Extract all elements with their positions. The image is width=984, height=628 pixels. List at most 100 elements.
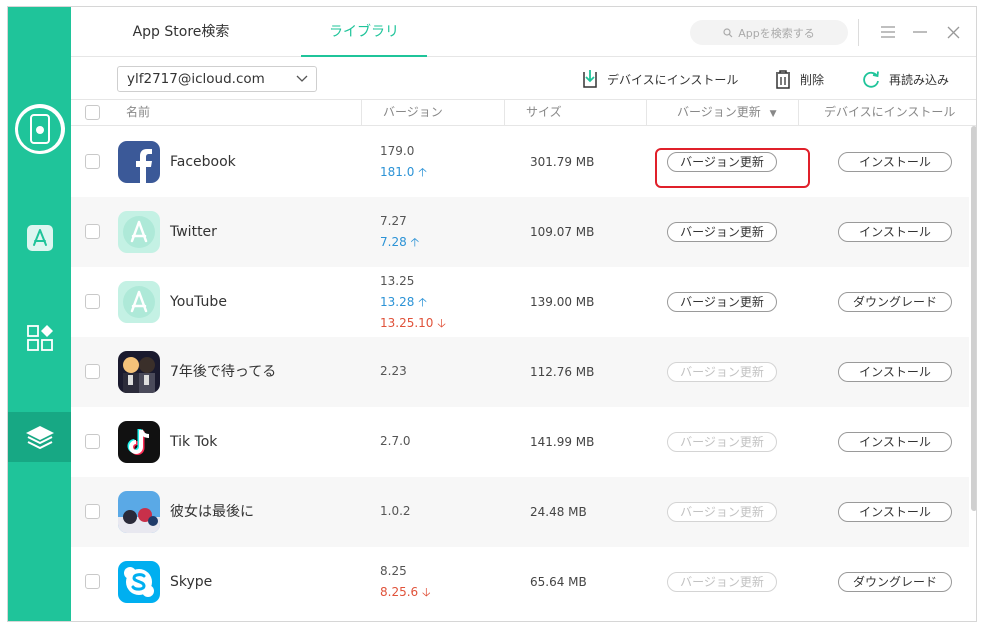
table-row[interactable]: Skype 8.25 8.25.6 🡣 65.64 MB バージョン更新 ダウン… <box>71 547 969 617</box>
downgrade-button[interactable]: ダウングレード <box>838 292 952 312</box>
row-checkbox[interactable] <box>85 224 100 239</box>
table-row[interactable]: YouTube 13.25 13.28 🡡 13.25.10 🡣 139.00 … <box>71 267 969 337</box>
tiktok-icon <box>118 421 160 463</box>
scrollbar-thumb[interactable] <box>971 126 976 511</box>
install-button[interactable]: インストール <box>838 222 952 242</box>
divider <box>361 100 362 125</box>
reload-button[interactable]: 再読み込み <box>861 67 949 91</box>
current-version: 179.0 <box>380 144 415 158</box>
menu-icon <box>881 26 895 38</box>
highlight-box <box>655 148 810 188</box>
row-checkbox[interactable] <box>85 364 100 379</box>
row-checkbox[interactable] <box>85 294 100 309</box>
version-info: 8.25 8.25.6 🡣 <box>380 561 431 603</box>
minimize-button[interactable] <box>908 20 932 44</box>
downgrade-version: 8.25.6 🡣 <box>380 585 431 599</box>
version-info: 2.23 <box>380 361 407 382</box>
anime-app-icon <box>118 491 160 533</box>
current-version: 7.27 <box>380 214 407 228</box>
install-button[interactable]: インストール <box>838 502 952 522</box>
search-placeholder: Appを検索する <box>738 26 815 40</box>
search-input[interactable]: Appを検索する <box>690 20 848 45</box>
version-info: 7.27 7.28 🡡 <box>380 211 419 253</box>
divider <box>646 100 647 125</box>
app-name: Twitter <box>170 224 217 240</box>
current-version: 8.25 <box>380 564 407 578</box>
tab-app-store-search[interactable]: App Store検索 <box>101 7 261 57</box>
downgrade-version: 13.25.10 🡣 <box>380 316 446 330</box>
table-row[interactable]: 彼女は最後に 1.0.2 24.48 MB バージョン更新 インストール <box>71 477 969 547</box>
arrow-up-icon: 🡡 <box>410 235 420 249</box>
latest-version: 7.28 🡡 <box>380 235 420 249</box>
update-version-button: バージョン更新 <box>667 362 777 382</box>
anime-app-icon <box>118 351 160 393</box>
update-version-button[interactable]: バージョン更新 <box>667 292 777 312</box>
arrow-down-icon: 🡣 <box>437 316 446 330</box>
refresh-icon <box>863 71 879 88</box>
facebook-icon <box>118 141 160 183</box>
install-button[interactable]: インストール <box>838 432 952 452</box>
divider <box>504 100 505 125</box>
current-version: 1.0.2 <box>380 504 411 518</box>
delete-button[interactable]: 削除 <box>774 67 824 91</box>
header-size[interactable]: サイズ <box>526 100 562 125</box>
app-size: 24.48 MB <box>530 505 587 519</box>
row-checkbox[interactable] <box>85 574 100 589</box>
update-version-button[interactable]: バージョン更新 <box>667 222 777 242</box>
sidebar-library-button[interactable] <box>8 412 71 462</box>
delete-label: 削除 <box>800 72 825 87</box>
app-size: 112.76 MB <box>530 365 595 379</box>
skype-icon <box>118 561 160 603</box>
chevron-down-icon <box>296 67 308 100</box>
app-size: 301.79 MB <box>530 155 595 169</box>
close-button[interactable] <box>941 20 965 44</box>
account-email: ylf2717@icloud.com <box>127 71 265 87</box>
device-icon <box>14 104 65 154</box>
install-button[interactable]: インストール <box>838 152 952 172</box>
version-info: 1.0.2 <box>380 501 411 522</box>
top-bar: App Store検索 ライブラリ Appを検索する <box>71 7 976 57</box>
header-update[interactable]: バージョン更新 ▼ <box>677 100 777 125</box>
row-checkbox[interactable] <box>85 434 100 449</box>
header-update-label: バージョン更新 <box>677 105 761 119</box>
apps-grid-icon <box>26 325 53 351</box>
divider <box>798 100 799 125</box>
select-all-checkbox[interactable] <box>85 105 100 120</box>
sidebar-apps-button[interactable] <box>8 313 71 363</box>
install-icon <box>583 70 597 88</box>
scrollbar[interactable] <box>970 126 976 621</box>
header-version[interactable]: バージョン <box>383 100 443 125</box>
search-icon <box>723 27 733 37</box>
minimize-icon <box>913 31 927 33</box>
app-store-placeholder-icon <box>118 281 160 323</box>
downgrade-button[interactable]: ダウングレード <box>838 572 952 592</box>
trash-icon <box>776 70 790 89</box>
table-row[interactable]: Tik Tok 2.7.0 141.99 MB バージョン更新 インストール <box>71 407 969 477</box>
sidebar-appstore-button[interactable] <box>8 213 71 263</box>
app-name: Tik Tok <box>170 434 218 450</box>
arrow-down-icon: 🡣 <box>422 585 431 599</box>
row-checkbox[interactable] <box>85 154 100 169</box>
row-checkbox[interactable] <box>85 504 100 519</box>
table-row[interactable]: 7年後で待ってる 2.23 112.76 MB バージョン更新 インストール <box>71 337 969 407</box>
sidebar-device-button[interactable] <box>8 101 71 157</box>
current-version: 2.7.0 <box>380 434 411 448</box>
version-info: 2.7.0 <box>380 431 411 452</box>
version-info: 13.25 13.28 🡡 13.25.10 🡣 <box>380 271 446 334</box>
app-size: 141.99 MB <box>530 435 595 449</box>
table-row[interactable]: Facebook 179.0 181.0 🡡 301.79 MB バージョン更新… <box>71 127 969 197</box>
header-install[interactable]: デバイスにインストール <box>824 100 955 125</box>
table-row[interactable]: Twitter 7.27 7.28 🡡 109.07 MB バージョン更新 イン… <box>71 197 969 267</box>
arrow-up-icon: 🡡 <box>418 295 427 309</box>
header-name[interactable]: 名前 <box>126 100 150 125</box>
app-size: 109.07 MB <box>530 225 595 239</box>
install-to-device-button[interactable]: デバイスにインストール <box>581 67 738 91</box>
install-button[interactable]: インストール <box>838 362 952 382</box>
app-size: 139.00 MB <box>530 295 595 309</box>
menu-button[interactable] <box>876 20 900 44</box>
install-label: デバイスにインストール <box>607 72 739 87</box>
app-size: 65.64 MB <box>530 575 587 589</box>
tab-library[interactable]: ライブラリ <box>301 7 427 57</box>
account-select[interactable]: ylf2717@icloud.com <box>117 66 317 92</box>
layers-icon <box>25 426 54 450</box>
